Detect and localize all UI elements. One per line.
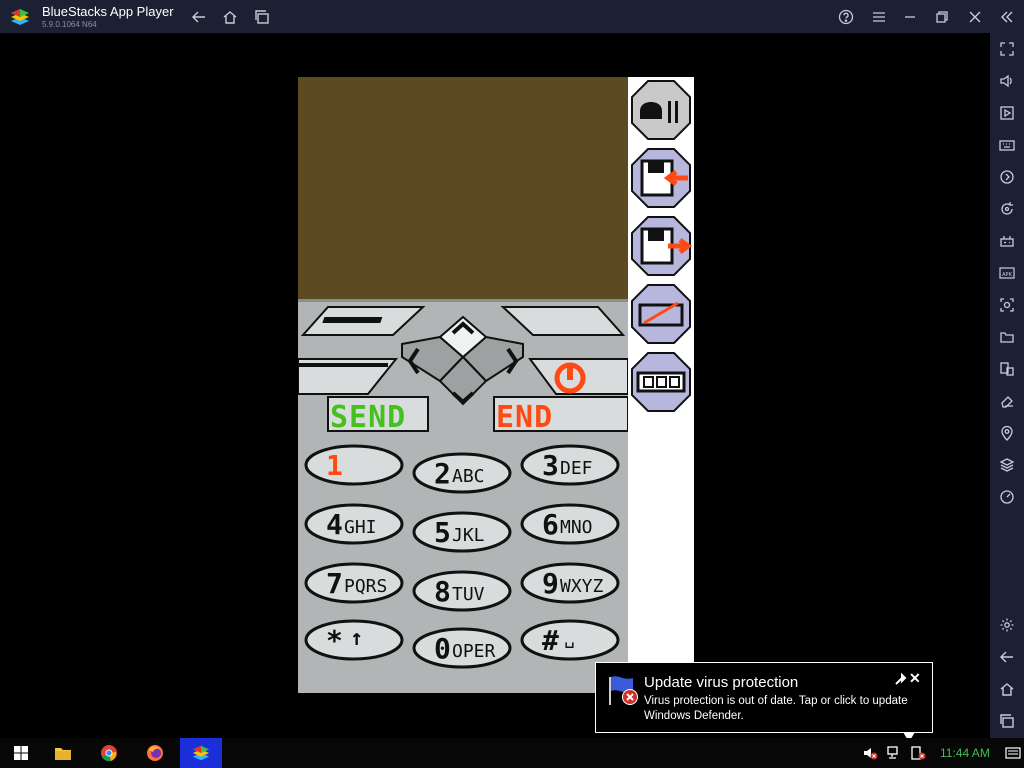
menu-icon[interactable] (868, 6, 890, 28)
key-6-digit: 6 (542, 508, 559, 541)
key-3-letters: DEF (560, 458, 593, 479)
virus-protection-notification[interactable]: Update virus protection Virus protection… (595, 662, 933, 733)
key-4-digit: 4 (326, 508, 343, 541)
emulator-tool-column (628, 77, 694, 419)
key-4-letters: GHI (344, 517, 377, 538)
right-sidebar: APK (990, 33, 1024, 738)
keypad-mode-icon[interactable] (630, 79, 692, 141)
key-8[interactable]: 8 TUV (412, 569, 512, 613)
restore-icon[interactable] (931, 6, 953, 28)
key-3-digit: 3 (542, 449, 559, 482)
key-2-digit: 2 (434, 457, 451, 490)
key-hash-space: ␣ (564, 628, 575, 649)
performance-icon[interactable] (997, 487, 1017, 507)
android-recents-icon[interactable] (997, 711, 1017, 731)
key-5-digit: 5 (434, 516, 451, 549)
key-9-digit: 9 (542, 567, 559, 600)
action-center-alert-icon[interactable] (910, 745, 926, 761)
taskbar-clock[interactable]: 11:44 AM (940, 746, 990, 760)
key-1[interactable]: 1 (304, 443, 404, 487)
app-version: 5.9.0.1064 N64 (42, 20, 97, 29)
key-0[interactable]: 0 OPER (412, 626, 512, 670)
key-0-digit: 0 (434, 632, 451, 665)
key-5-letters: JKL (452, 525, 485, 546)
key-star-symbol: * (326, 624, 343, 657)
volume-muted-icon[interactable] (862, 745, 878, 761)
location-icon[interactable] (997, 423, 1017, 443)
key-5[interactable]: 5 JKL (412, 510, 512, 554)
volume-icon[interactable] (997, 71, 1017, 91)
help-icon[interactable] (835, 6, 857, 28)
key-6-letters: MNO (560, 517, 593, 538)
phone-screen (298, 77, 628, 299)
multi-instance-icon[interactable] (997, 359, 1017, 379)
rotate-icon[interactable] (997, 199, 1017, 219)
svg-text:APK: APK (1002, 272, 1012, 278)
end-button[interactable]: END (496, 400, 553, 435)
key-2-letters: ABC (452, 466, 485, 487)
notification-body: Virus protection is out of date. Tap or … (644, 695, 908, 722)
key-9-letters: WXYZ (560, 576, 604, 597)
settings-gear-icon[interactable] (997, 615, 1017, 635)
app-title: BlueStacks App Player (42, 4, 174, 19)
key-8-digit: 8 (434, 575, 451, 608)
key-4[interactable]: 4 GHI (304, 502, 404, 546)
save-state-icon[interactable] (630, 215, 692, 277)
key-star-arrow: ↑ (350, 626, 364, 651)
load-state-icon[interactable] (630, 147, 692, 209)
eraser-icon[interactable] (997, 391, 1017, 411)
gamepad-icon[interactable] (997, 231, 1017, 251)
minimize-icon[interactable] (899, 6, 921, 28)
key-1-digit: 1 (326, 449, 343, 482)
network-icon[interactable] (886, 745, 902, 761)
title-bar: BlueStacks App Player 5.9.0.1064 N64 (0, 0, 1024, 33)
key-7[interactable]: 7 PQRS (304, 561, 404, 605)
home-icon[interactable] (219, 6, 241, 28)
fullscreen-icon[interactable] (997, 39, 1017, 59)
collapse-sidebar-icon[interactable] (996, 6, 1018, 28)
notifications-icon[interactable] (1005, 745, 1021, 761)
key-star[interactable]: * ↑ (304, 618, 404, 662)
key-9[interactable]: 9 WXYZ (520, 561, 620, 605)
layers-icon[interactable] (997, 455, 1017, 475)
keyboard-icon[interactable] (997, 135, 1017, 155)
start-button-icon[interactable] (0, 738, 42, 768)
key-8-letters: TUV (452, 584, 485, 605)
key-6[interactable]: 6 MNO (520, 502, 620, 546)
key-0-letters: OPER (452, 641, 496, 662)
apk-install-icon[interactable]: APK (997, 263, 1017, 283)
bluestacks-taskbar-icon[interactable] (180, 738, 222, 768)
chrome-icon[interactable] (88, 738, 130, 768)
send-button[interactable]: SEND (330, 400, 406, 435)
folder-icon[interactable] (997, 327, 1017, 347)
notification-options-icon[interactable] (893, 672, 909, 686)
android-home-icon[interactable] (997, 679, 1017, 699)
key-2[interactable]: 2 ABC (412, 451, 512, 495)
key-3[interactable]: 3 DEF (520, 443, 620, 487)
phone-emulator: SEND END 1 2 ABC 3 DEF 4 GHI 5 JKL 6 MNO… (298, 77, 694, 693)
key-hash[interactable]: # ␣ (520, 618, 620, 662)
android-back-icon[interactable] (997, 647, 1017, 667)
macro-icon[interactable] (997, 167, 1017, 187)
defender-flag-icon (609, 676, 638, 705)
bluestacks-logo-icon (11, 9, 29, 25)
close-icon[interactable] (964, 6, 986, 28)
media-icon[interactable] (997, 103, 1017, 123)
recent-apps-icon[interactable] (251, 6, 273, 28)
battery-icon[interactable] (630, 351, 692, 413)
key-7-letters: PQRS (344, 576, 388, 597)
windows-taskbar: 11:44 AM (0, 738, 1024, 768)
notification-title: Update virus protection (644, 674, 799, 691)
back-icon[interactable] (188, 6, 210, 28)
key-hash-symbol: # (542, 624, 559, 657)
file-explorer-icon[interactable] (42, 738, 84, 768)
screen-toggle-icon[interactable] (630, 283, 692, 345)
firefox-icon[interactable] (134, 738, 176, 768)
screenshot-icon[interactable] (997, 295, 1017, 315)
notification-close-icon[interactable]: ✕ (909, 671, 923, 685)
key-7-digit: 7 (326, 567, 343, 600)
